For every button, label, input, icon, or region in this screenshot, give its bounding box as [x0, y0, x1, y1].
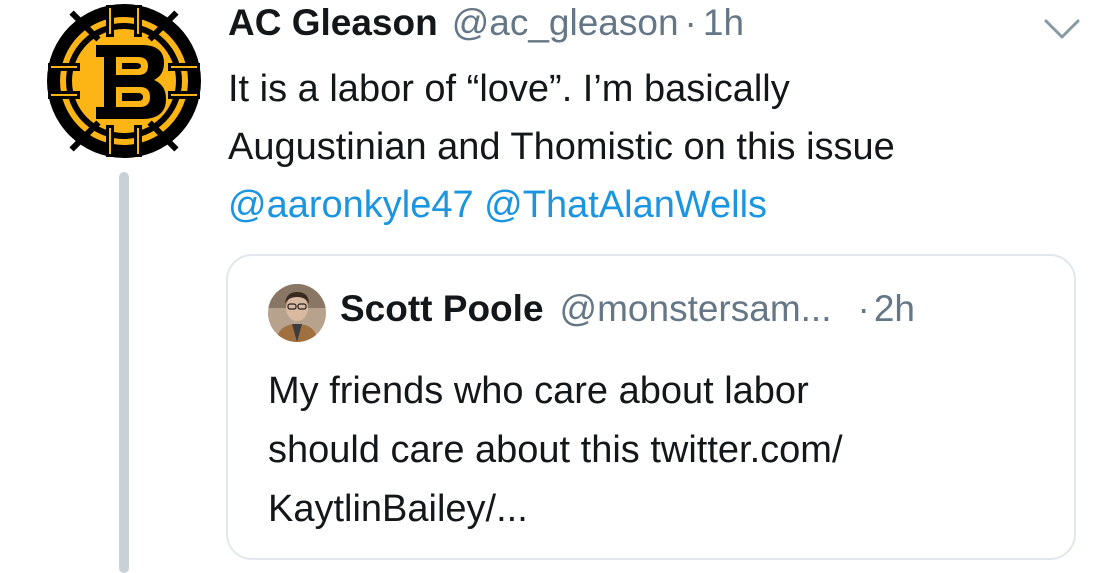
tweet-body: It is a labor of “love”. I’m basically A…: [228, 60, 1088, 234]
mentions-line: @aaronkyle47 @ThatAlanWells: [228, 176, 1088, 234]
mention-link[interactable]: @aaronkyle47: [228, 184, 474, 226]
quoted-author-name[interactable]: Scott Poole: [340, 288, 544, 330]
separator-dot: ·: [684, 2, 697, 43]
bruins-logo-icon: [47, 4, 201, 158]
quoted-author-handle[interactable]: @monstersam...: [560, 288, 832, 330]
quoted-tweet-body: My friends who care about labor should c…: [268, 362, 1048, 539]
tweet[interactable]: AC Gleason @ac_gleason · 1h It is a labo…: [0, 0, 1118, 573]
quoted-author-avatar[interactable]: [268, 284, 326, 342]
quoted-text-line: KaytlinBailey/...: [268, 488, 528, 530]
tweet-text-line: It is a labor of “love”. I’m basically: [228, 68, 790, 110]
tweet-text-line: Augustinian and Thomistic on this issue: [228, 126, 895, 168]
quoted-text-line: should care about this twitter.com/: [268, 429, 843, 471]
tweet-timestamp[interactable]: 1h: [703, 2, 744, 44]
quoted-tweet-header: Scott Poole @monstersam... · 2h: [340, 288, 915, 338]
team-logo-avatar[interactable]: [46, 3, 202, 159]
quoted-tweet-timestamp[interactable]: 2h: [874, 288, 915, 330]
thread-connector-line: [119, 172, 129, 573]
mention-link[interactable]: @ThatAlanWells: [484, 184, 767, 226]
tweet-header: AC Gleason @ac_gleason · 1h: [228, 2, 744, 52]
quoted-text-line: My friends who care about labor: [268, 370, 809, 412]
chevron-down-icon[interactable]: [1044, 18, 1080, 40]
person-avatar-icon: [268, 284, 326, 342]
author-name[interactable]: AC Gleason: [228, 2, 438, 44]
author-handle[interactable]: @ac_gleason: [452, 2, 679, 44]
separator-dot: ·: [857, 288, 870, 329]
quoted-tweet-card[interactable]: Scott Poole @monstersam... · 2h My frien…: [226, 254, 1076, 560]
